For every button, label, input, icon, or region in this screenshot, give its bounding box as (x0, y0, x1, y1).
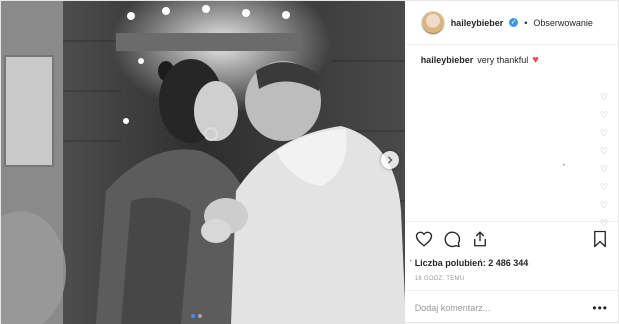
add-comment-bar: ••• (404, 290, 618, 324)
caption-username[interactable]: haileybieber (421, 55, 474, 65)
verified-icon: ✓ (509, 18, 519, 27)
carousel-next-button[interactable] (381, 151, 399, 169)
post: haileybieber ✓ • Obserwowanie haileybieb… (0, 0, 619, 324)
action-icons (415, 228, 608, 250)
share-icon[interactable] (471, 230, 489, 248)
post-photo (1, 1, 405, 324)
comment-like-heart-icon[interactable]: ♡ (600, 129, 608, 138)
following-button[interactable]: Obserwowanie (533, 18, 593, 28)
header-username[interactable]: haileybieber (451, 18, 504, 28)
carousel-indicator (191, 314, 202, 318)
comment-like-heart-icon[interactable]: ♡ (600, 201, 608, 210)
likes-label: Liczba polubień: (414, 258, 486, 268)
header-separator: • (524, 17, 528, 28)
comment-input[interactable] (414, 302, 593, 313)
bookmark-icon[interactable] (592, 230, 608, 248)
caption-text: very thankful (477, 55, 529, 65)
post-timestamp[interactable]: 16 GODZ. TEMU (415, 276, 608, 282)
comment-like-heart-icon[interactable]: ♡ (600, 219, 608, 228)
more-icon[interactable]: ••• (592, 301, 608, 315)
comment-marker: • (409, 259, 412, 265)
comments-section: haileybieber very thankful ♥ • • ♡ ♡ ♡ ♡… (405, 45, 618, 265)
likes-value: 2 486 344 (488, 258, 529, 268)
comment-like-heart-icon[interactable]: ♡ (600, 147, 608, 156)
likes-count[interactable]: Liczba polubień: 2 486 344 (415, 258, 608, 268)
actions-bar: Liczba polubień: 2 486 344 16 GODZ. TEMU (404, 221, 618, 282)
post-media[interactable] (1, 1, 405, 324)
avatar[interactable] (420, 10, 445, 35)
post-header: haileybieber ✓ • Obserwowanie (404, 1, 618, 45)
carousel-dot (191, 314, 195, 318)
comment-like-heart-icon[interactable]: ♡ (600, 183, 608, 192)
heart-icon[interactable] (415, 230, 433, 248)
post-sidebar: haileybieber ✓ • Obserwowanie haileybieb… (404, 1, 618, 324)
red-heart-icon: ♥ (532, 53, 539, 66)
comment-marker: • (562, 163, 565, 169)
comment-like-heart-icon[interactable]: ♡ (600, 165, 608, 174)
caption: haileybieber very thankful ♥ (421, 53, 602, 66)
chevron-right-icon (387, 156, 393, 164)
carousel-dot (198, 314, 202, 318)
comment-like-heart-icon[interactable]: ♡ (600, 111, 608, 120)
comment-like-heart-icon[interactable]: ♡ (600, 93, 608, 102)
comment-like-column: ♡ ♡ ♡ ♡ ♡ ♡ ♡ ♡ (600, 93, 608, 228)
comment-icon[interactable] (443, 230, 461, 248)
